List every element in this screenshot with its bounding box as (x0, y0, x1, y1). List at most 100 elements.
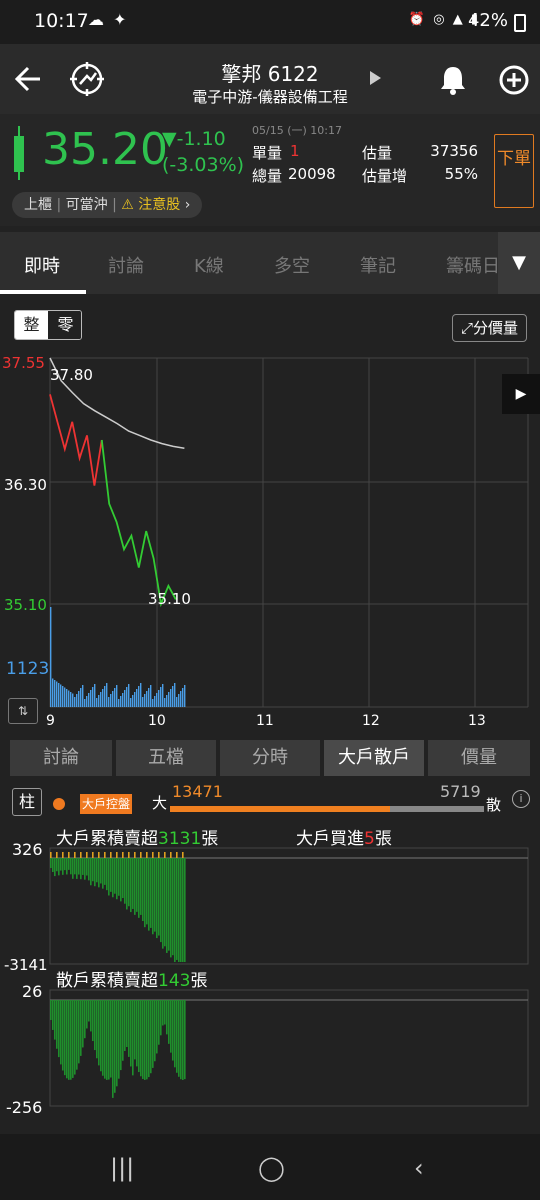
toggle-odd[interactable]: 零 (49, 311, 81, 339)
est-inc: 55% (444, 165, 478, 183)
volume-bar (84, 699, 86, 707)
volume-bar (136, 689, 138, 707)
swap-icon[interactable]: ⇅ (8, 698, 38, 724)
small-bar (54, 1000, 56, 1040)
small-bar (62, 1000, 64, 1071)
change-value: ▼-1.10 (162, 128, 226, 150)
volume-bar (106, 683, 108, 707)
volume-bar (170, 689, 172, 707)
big-bar (72, 858, 74, 879)
tab-realtime[interactable]: 即時 (24, 252, 60, 278)
price-volume-label: 分價量 (473, 319, 519, 337)
home-icon[interactable]: ◯ (258, 1154, 285, 1182)
subtab-discussion[interactable]: 討論 (10, 740, 112, 776)
volume-bar (154, 696, 156, 707)
big-bar (108, 858, 110, 896)
info-icon[interactable]: i (512, 790, 530, 808)
tab-notes[interactable]: 筆記 (360, 252, 396, 278)
volume-bar (172, 686, 174, 707)
small-bar (168, 1000, 170, 1044)
volume-bar (122, 693, 124, 707)
price-volume-button[interactable]: ⤢分價量 (452, 314, 528, 342)
y1-top: 326 (12, 840, 43, 859)
big-buy-bar (104, 852, 106, 858)
small-bar (84, 1000, 86, 1039)
play-icon[interactable] (368, 70, 382, 86)
big-bar (76, 858, 78, 879)
volume-bar (58, 683, 60, 707)
lot-toggle[interactable]: 整 零 (14, 310, 82, 340)
tab-kline[interactable]: K線 (194, 252, 224, 278)
big-bar (82, 858, 84, 875)
order-button[interactable]: 下單 (494, 134, 534, 208)
subtab-orderbook[interactable]: 五檔 (116, 740, 216, 776)
subtab-ticks[interactable]: 分時 (220, 740, 320, 776)
volume-bar (78, 691, 80, 707)
recents-icon[interactable]: ||| (110, 1154, 134, 1182)
big-bar (150, 858, 152, 928)
small-bar (124, 1000, 126, 1051)
big-buy-bar (152, 852, 154, 858)
tab-chips[interactable]: 籌碼日 (446, 252, 500, 278)
small-bar (74, 1000, 76, 1075)
price-line-up (49, 394, 103, 486)
volume-bar (82, 685, 84, 707)
small-bar (82, 1000, 84, 1048)
small-bar (144, 1000, 146, 1080)
big-bar (94, 858, 96, 887)
volume-bar (144, 694, 146, 707)
small-bar (132, 1000, 134, 1076)
volume-bar (50, 607, 52, 707)
change-percent: (-3.03%) (162, 154, 245, 176)
add-circle-icon[interactable] (498, 64, 530, 96)
volume-bar (104, 686, 106, 707)
control-dot-icon (53, 798, 65, 810)
volume-bar (126, 687, 128, 707)
y-mid: 36.30 (4, 476, 47, 494)
toggle-whole[interactable]: 整 (15, 311, 48, 339)
big-buy-bar (74, 852, 76, 858)
volume-bar (180, 691, 182, 707)
volume-bar (72, 693, 74, 707)
big-buy-bar (98, 852, 100, 858)
volume-bar (142, 697, 144, 707)
big-bar (52, 858, 54, 873)
big-bar (96, 858, 98, 883)
big-bar (184, 858, 186, 962)
volume-bar (176, 697, 178, 707)
small-sell-text: 散戶累積賣超143張 (56, 966, 207, 991)
volume-bar (52, 678, 54, 707)
small-bar (130, 1000, 132, 1067)
small-bar (78, 1000, 80, 1064)
tab-discussion[interactable]: 討論 (108, 252, 144, 278)
stock-tags[interactable]: 上櫃 | 可當沖 | ⚠ 注意股 › (12, 192, 203, 218)
subtab-pricevol[interactable]: 價量 (428, 740, 530, 776)
volume-bar (174, 683, 176, 707)
big-buy-bar (170, 852, 172, 858)
bar-mode-button[interactable]: 柱 (12, 788, 42, 816)
chart-play-icon[interactable]: ▶ (502, 374, 540, 414)
tab-longshort[interactable]: 多空 (274, 252, 310, 278)
total-vol-label: 總量 (252, 167, 283, 185)
volume-bar (116, 685, 118, 707)
small-bar (122, 1000, 124, 1061)
volume-bar (70, 692, 72, 707)
small-bar (154, 1000, 156, 1062)
volume-bar (132, 695, 134, 707)
tabs-dropdown-icon[interactable]: ▼ (498, 232, 540, 294)
small-bar (176, 1000, 178, 1073)
big-bar (140, 858, 142, 915)
control-badge: 大戶控盤 (80, 794, 133, 814)
small-bar (166, 1000, 168, 1035)
notification-icons: ☁ ✦ (88, 10, 129, 29)
small-sell-prefix: 散戶累積賣超 (56, 971, 158, 991)
back-icon[interactable]: ‹ (414, 1154, 424, 1182)
tag-warning: 注意股 (138, 197, 181, 213)
big-buy-bar (140, 852, 142, 858)
small-bar (90, 1000, 92, 1032)
small-bar (150, 1000, 152, 1074)
big-bar (118, 858, 120, 896)
bell-icon[interactable] (438, 64, 468, 96)
subtab-bigsmall[interactable]: 大戶散戶 (324, 740, 424, 776)
big-investor-bars (50, 852, 186, 962)
